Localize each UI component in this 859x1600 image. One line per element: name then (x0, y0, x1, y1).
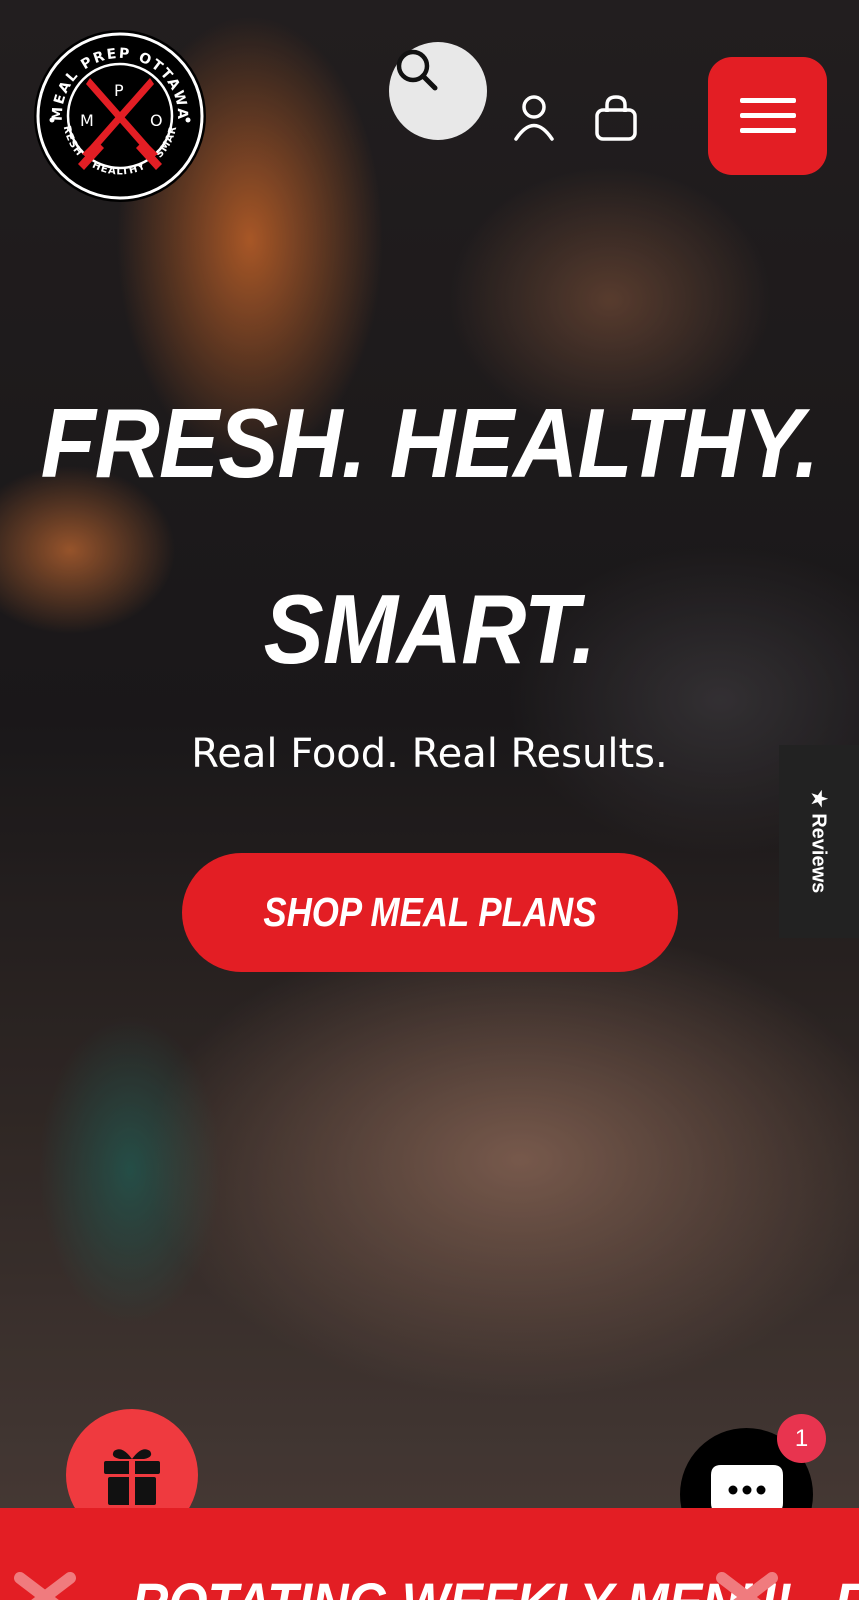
crossed-knives-icon (14, 1572, 76, 1600)
crossed-knives-icon (716, 1572, 778, 1600)
shopping-bag-icon (595, 95, 637, 141)
search-button[interactable] (389, 42, 487, 140)
logo-letter-p: P (114, 81, 124, 100)
logo-letter-m: M (80, 111, 94, 130)
user-icon (514, 95, 554, 141)
reviews-tab[interactable]: ★ Reviews (779, 745, 859, 938)
ticker-text: ROTATING WEEKLY MENU! (132, 1570, 792, 1600)
announcement-ticker: ROTATING WEEKLY MENU! R (0, 1508, 859, 1600)
search-icon (396, 49, 438, 91)
hero-subtitle: Real Food. Real Results. (191, 731, 668, 777)
site-logo[interactable]: MEAL PREP OTTAWA FRESH • HEALTHY • SMART… (28, 20, 208, 204)
ticker-text-repeat: R (834, 1570, 859, 1600)
cta-label: SHOP MEAL PLANS (263, 889, 597, 935)
logo-badge-icon: MEAL PREP OTTAWA FRESH • HEALTHY • SMART… (28, 20, 206, 202)
hamburger-icon (739, 98, 796, 133)
hero-title-line-1: FRESH. HEALTHY. (40, 388, 820, 498)
hero-title-line-2: SMART. (263, 574, 597, 684)
shop-meal-plans-button[interactable]: SHOP MEAL PLANS (182, 853, 678, 972)
account-button[interactable] (510, 92, 558, 144)
hero-overlay (0, 0, 859, 1600)
cart-button[interactable] (592, 92, 640, 144)
logo-letter-o: O (150, 111, 163, 130)
menu-button[interactable] (708, 57, 827, 175)
chat-notification-badge: 1 (777, 1414, 826, 1463)
hero-title: FRESH. HEALTHY. SMART. (34, 350, 824, 722)
gift-icon (104, 1449, 160, 1505)
reviews-tab-label: ★ Reviews (807, 789, 830, 894)
